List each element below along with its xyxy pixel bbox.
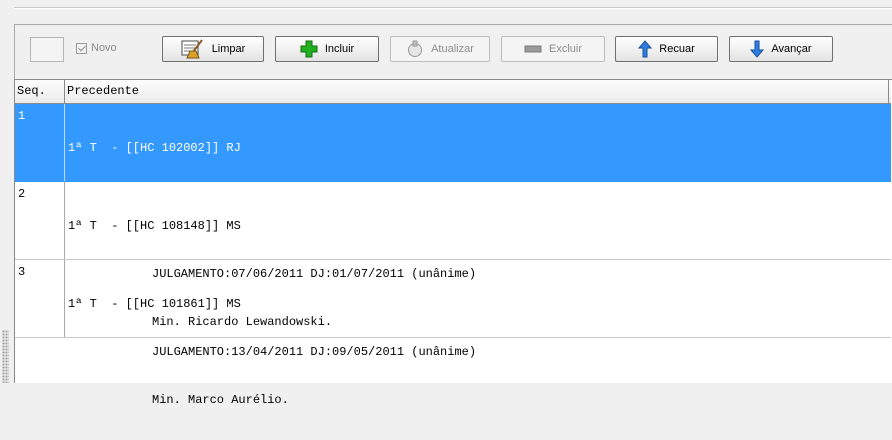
grid-header: Seq. Precedente: [15, 80, 891, 104]
atualizar-button[interactable]: Atualizar: [390, 36, 490, 62]
incluir-button[interactable]: Incluir: [275, 36, 379, 62]
row-seq: 2: [15, 182, 65, 259]
recuar-button[interactable]: Recuar: [615, 36, 718, 62]
checkbox-icon: [76, 42, 87, 54]
novo-checkbox: Novo: [76, 42, 117, 54]
row-line-1: 1ª T - [[HC 108148]] MS: [68, 219, 241, 233]
limpar-label: Limpar: [211, 43, 246, 55]
row-line-1: 1ª T - [[HC 102002]] RJ: [68, 141, 241, 155]
limpar-button[interactable]: Limpar: [162, 36, 264, 62]
toolbar: Novo Limpar Incluir Atualizar Excluir Re…: [19, 34, 833, 64]
arrow-up-icon: [638, 40, 653, 58]
avancar-button[interactable]: Avançar: [729, 36, 833, 62]
novo-label: Novo: [91, 42, 117, 54]
row-seq: 1: [15, 104, 65, 181]
top-divider: [14, 7, 892, 9]
header-seq[interactable]: Seq.: [15, 80, 65, 103]
incluir-label: Incluir: [324, 43, 355, 55]
splitter-grip[interactable]: [2, 330, 9, 383]
row-line-3: Min. Marco Aurélio.: [152, 393, 289, 407]
excluir-label: Excluir: [548, 43, 582, 55]
atualizar-label: Atualizar: [431, 43, 474, 55]
table-row[interactable]: 2 1ª T - [[HC 108148]] MS JULGAMENTO:07/…: [15, 182, 891, 329]
row-line-1: 1ª T - [[HC 101861]] MS: [68, 297, 241, 311]
excluir-button[interactable]: Excluir: [501, 36, 605, 62]
table-row[interactable]: 1 1ª T - [[HC 102002]] RJ JULGAMENTO:22/…: [15, 104, 891, 251]
row-precedente: 1ª T - [[HC 101861]] MS JULGAMENTO:13/04…: [66, 264, 476, 440]
table-row[interactable]: 3 1ª T - [[HC 101861]] MS JULGAMENTO:13/…: [15, 260, 891, 407]
arrow-down-icon: [750, 40, 765, 58]
row-line-2: JULGAMENTO:13/04/2011 DJ:09/05/2011 (unâ…: [152, 345, 477, 359]
minus-icon: [524, 44, 542, 54]
row-seq: 3: [15, 260, 65, 337]
plus-icon: [300, 40, 318, 58]
avancar-label: Avançar: [771, 43, 812, 55]
refresh-icon: [406, 40, 424, 58]
broom-icon: [181, 39, 205, 59]
header-end-divider: [888, 80, 889, 103]
recuar-label: Recuar: [659, 43, 695, 55]
precedentes-grid: Seq. Precedente 1 1ª T - [[HC 102002]] R…: [14, 79, 892, 407]
header-precedente[interactable]: Precedente: [66, 80, 139, 103]
record-indicator-box: [30, 37, 64, 62]
